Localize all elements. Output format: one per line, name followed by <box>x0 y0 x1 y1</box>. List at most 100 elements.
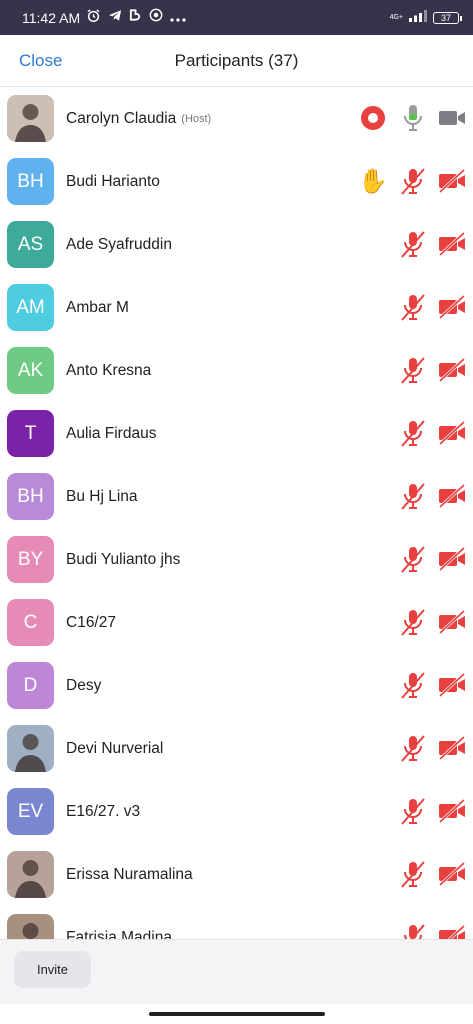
telegram-icon <box>108 9 122 27</box>
video-off-icon[interactable] <box>435 920 469 939</box>
avatar-photo <box>7 95 54 142</box>
invite-button[interactable]: Invite <box>14 951 91 988</box>
participant-name-container: Aulia Firdaus <box>66 402 156 465</box>
status-bar: 11:42 AM 4G+ 37 <box>0 0 473 35</box>
avatar-initials: AM <box>16 296 45 318</box>
avatar-initials: EV <box>17 800 44 822</box>
mic-muted-icon[interactable] <box>396 290 430 324</box>
participant-name-container: Desy <box>66 654 101 717</box>
alarm-icon <box>86 8 101 28</box>
mic-muted-icon[interactable] <box>396 605 430 639</box>
page-title: Participants (37) <box>174 51 299 70</box>
participant-name: Ade Syafruddin <box>66 235 172 253</box>
video-off-icon[interactable] <box>435 290 469 324</box>
video-off-icon[interactable] <box>435 668 469 702</box>
participant-row[interactable]: BH Bu Hj Lina <box>0 465 473 528</box>
participant-name: Carolyn Claudia <box>66 109 177 127</box>
participant-name: Fatrisia Madina <box>66 928 172 940</box>
video-off-icon[interactable] <box>435 542 469 576</box>
participant-name-container: Anto Kresna <box>66 339 151 402</box>
status-time: 11:42 AM <box>22 9 81 26</box>
participant-name: Devi Nurverial <box>66 739 164 757</box>
video-off-icon[interactable] <box>435 857 469 891</box>
video-off-icon[interactable] <box>435 605 469 639</box>
video-camera-icon[interactable] <box>435 101 469 135</box>
participant-name-container: Ade Syafruddin <box>66 213 172 276</box>
avatar-initials: BY <box>17 548 44 570</box>
participant-name: Budi Harianto <box>66 172 160 190</box>
participant-row[interactable]: Devi Nurverial <box>0 717 473 780</box>
avatar-initials: AS <box>17 233 44 255</box>
mic-muted-icon[interactable] <box>396 353 430 387</box>
participant-list[interactable]: Carolyn Claudia (Host) BH Budi Harianto ✋ AS A… <box>0 87 473 939</box>
avatar: BY <box>7 536 54 583</box>
participant-row[interactable]: C C16/27 <box>0 591 473 654</box>
participant-row[interactable]: AS Ade Syafruddin <box>0 213 473 276</box>
participant-row[interactable]: BH Budi Harianto ✋ <box>0 150 473 213</box>
mic-muted-icon[interactable] <box>396 857 430 891</box>
video-off-icon[interactable] <box>435 794 469 828</box>
participant-row[interactable]: EV E16/27. v3 <box>0 780 473 843</box>
participant-name: Desy <box>66 676 102 694</box>
participants-header: Close Participants (37) <box>0 35 473 87</box>
more-icon <box>170 9 186 27</box>
mic-muted-icon[interactable] <box>396 542 430 576</box>
avatar-photo <box>7 851 54 898</box>
avatar: EV <box>7 788 54 835</box>
participant-name-container: E16/27. v3 <box>66 780 140 843</box>
home-indicator[interactable] <box>149 1012 325 1016</box>
participant-name-container: Fatrisia Madina <box>66 906 172 940</box>
mic-muted-icon[interactable] <box>396 794 430 828</box>
participant-name-container: Erissa Nuramalina <box>66 843 193 906</box>
mic-muted-icon[interactable] <box>396 164 430 198</box>
video-off-icon[interactable] <box>435 416 469 450</box>
avatar: D <box>7 662 54 709</box>
participant-row[interactable]: AK Anto Kresna <box>0 339 473 402</box>
video-off-icon[interactable] <box>435 731 469 765</box>
video-off-icon[interactable] <box>435 353 469 387</box>
avatar: BH <box>7 473 54 520</box>
avatar-initials: T <box>24 422 37 444</box>
avatar-initials: C <box>23 611 38 633</box>
avatar: AK <box>7 347 54 394</box>
avatar: AS <box>7 221 54 268</box>
avatar-photo <box>7 725 54 772</box>
participant-name: E16/27. v3 <box>66 802 141 820</box>
mic-muted-icon[interactable] <box>396 668 430 702</box>
mic-muted-icon[interactable] <box>396 920 430 939</box>
mic-muted-icon[interactable] <box>396 416 430 450</box>
participant-name-container: Carolyn Claudia (Host) <box>66 87 211 150</box>
avatar: BH <box>7 158 54 205</box>
participant-row[interactable]: Fatrisia Madina <box>0 906 473 939</box>
avatar-initials: AK <box>17 359 44 381</box>
participant-row[interactable]: D Desy <box>0 654 473 717</box>
mic-muted-icon[interactable] <box>396 479 430 513</box>
network-indicator: 4G+ <box>389 14 403 21</box>
avatar: AM <box>7 284 54 331</box>
participant-row[interactable]: Erissa Nuramalina <box>0 843 473 906</box>
participant-row[interactable]: BY Budi Yulianto jhs <box>0 528 473 591</box>
participant-name-container: Bu Hj Lina <box>66 465 138 528</box>
battery-icon: 37 <box>433 11 462 24</box>
mic-muted-icon[interactable] <box>396 731 430 765</box>
participant-row[interactable]: T Aulia Firdaus <box>0 402 473 465</box>
participant-name: C16/27 <box>66 613 116 631</box>
participant-name: Anto Kresna <box>66 361 152 379</box>
avatar-initials: BH <box>17 170 44 192</box>
video-off-icon[interactable] <box>435 164 469 198</box>
mic-on-icon[interactable] <box>396 101 430 135</box>
participant-row[interactable]: Carolyn Claudia (Host) <box>0 87 473 150</box>
participant-row[interactable]: AM Ambar M <box>0 276 473 339</box>
footer-bar: Invite <box>0 939 473 1004</box>
host-tag: (Host) <box>181 112 212 125</box>
participant-name-container: Budi Harianto <box>66 150 160 213</box>
participant-name: Bu Hj Lina <box>66 487 138 505</box>
participant-name-container: Devi Nurverial <box>66 717 163 780</box>
system-nav-bar <box>0 1004 473 1024</box>
video-off-icon[interactable] <box>435 479 469 513</box>
participant-name-container: C16/27 <box>66 591 116 654</box>
participant-name: Ambar M <box>66 298 129 316</box>
mic-muted-icon[interactable] <box>396 227 430 261</box>
video-off-icon[interactable] <box>435 227 469 261</box>
recording-icon <box>356 101 390 135</box>
